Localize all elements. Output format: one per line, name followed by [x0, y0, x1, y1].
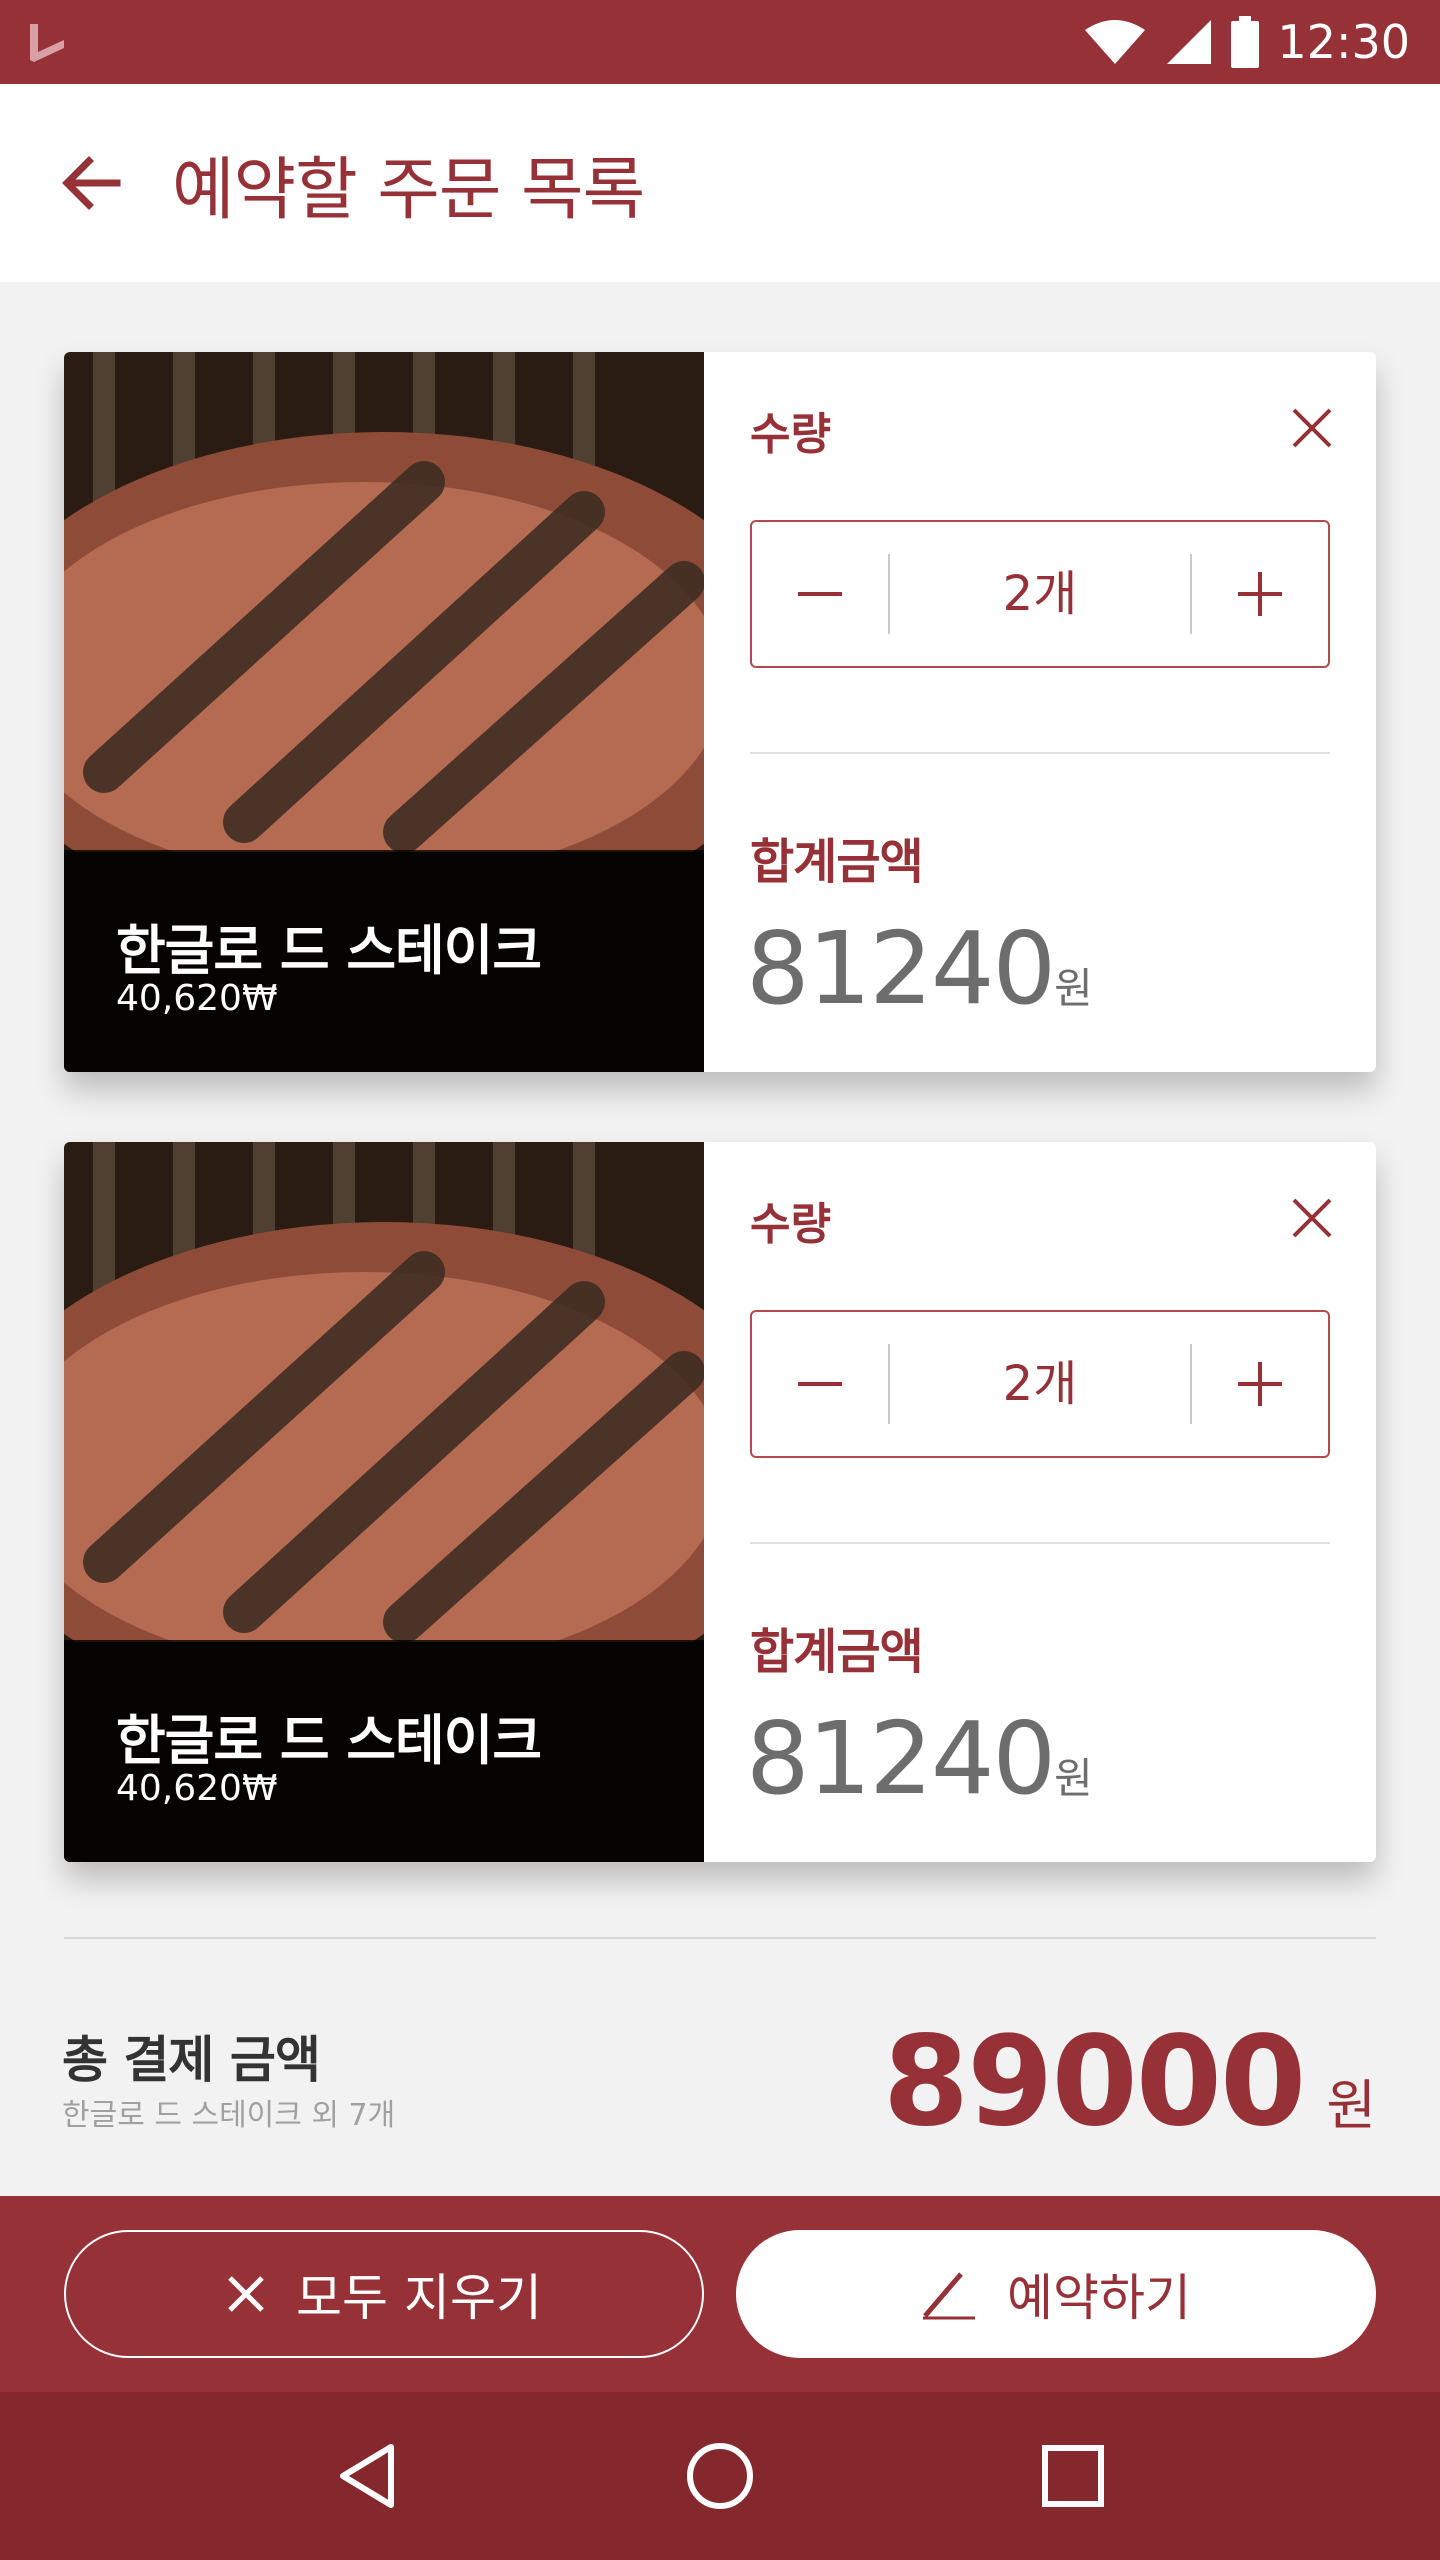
wifi-icon — [1085, 20, 1146, 64]
app-logo-icon — [30, 24, 64, 62]
clear-all-button[interactable]: 모두 지우기 — [64, 2230, 704, 2358]
plus-icon — [1238, 1362, 1282, 1406]
product-name: 한글로 드 스테이크 — [116, 919, 542, 982]
plus-icon — [1238, 572, 1282, 616]
product-caption: 한글로 드 스테이크 40,620₩ — [64, 850, 704, 1072]
nav-recents-button[interactable] — [1028, 2431, 1118, 2521]
subtotal-label: 합계금액 — [750, 1624, 924, 1680]
arrow-left-icon — [62, 156, 121, 210]
product-price: 40,620₩ — [116, 1768, 278, 1809]
quantity-label: 수량 — [750, 1199, 831, 1250]
quantity-label: 수량 — [750, 409, 831, 460]
total-value: 89000 — [882, 2010, 1306, 2154]
navigation-bar — [0, 2392, 1440, 2560]
product-name: 한글로 드 스테이크 — [116, 1709, 542, 1772]
status-bar: 12:30 — [0, 0, 1440, 84]
action-bar: 모두 지우기 예약하기 — [0, 2196, 1440, 2392]
subtotal-unit: 원 — [1054, 1754, 1093, 1803]
subtotal: 81240원 — [746, 910, 1093, 1027]
item-panel: 수량 2개 합계금액 81240원 — [704, 1142, 1376, 1862]
close-icon[interactable] — [1288, 404, 1336, 452]
circle-home-icon — [686, 2443, 753, 2509]
reserve-button[interactable]: 예약하기 — [736, 2230, 1376, 2358]
divider — [750, 1542, 1330, 1544]
subtotal-label: 합계금액 — [750, 834, 924, 890]
subtotal-unit: 원 — [1054, 964, 1093, 1013]
battery-icon — [1231, 16, 1260, 68]
total-amount: 89000 원 — [883, 2010, 1376, 2154]
subtotal-value: 81240 — [746, 910, 1056, 1027]
product-price: 40,620₩ — [116, 978, 278, 1019]
pencil-icon — [923, 2272, 975, 2320]
subtotal: 81240원 — [746, 1700, 1093, 1817]
quantity-stepper: 2개 — [750, 520, 1330, 668]
nav-home-button[interactable] — [675, 2431, 765, 2521]
divider — [750, 752, 1330, 754]
decrease-button[interactable] — [752, 554, 890, 634]
back-button[interactable] — [56, 148, 126, 218]
total-label: 총 결제 금액 — [62, 2031, 321, 2089]
triangle-back-icon — [339, 2444, 394, 2508]
product-image: 한글로 드 스테이크 40,620₩ — [64, 352, 704, 1072]
product-image: 한글로 드 스테이크 40,620₩ — [64, 1142, 704, 1862]
increase-button[interactable] — [1190, 1344, 1328, 1424]
subtotal-value: 81240 — [746, 1700, 1056, 1817]
quantity-stepper: 2개 — [750, 1310, 1330, 1458]
minus-icon — [798, 592, 842, 596]
minus-icon — [798, 1382, 842, 1386]
decrease-button[interactable] — [752, 1344, 890, 1424]
cart-item-card: 한글로 드 스테이크 40,620₩ 수량 2개 합계금액 81240원 — [64, 352, 1376, 1072]
total-unit: 원 — [1326, 2074, 1376, 2137]
item-panel: 수량 2개 합계금액 81240원 — [704, 352, 1376, 1072]
reserve-label: 예약하기 — [1007, 2269, 1191, 2327]
close-icon[interactable] — [1288, 1194, 1336, 1242]
clear-all-label: 모두 지우기 — [296, 2269, 542, 2327]
quantity-value: 2개 — [1002, 566, 1078, 622]
quantity-value: 2개 — [1002, 1356, 1078, 1412]
product-caption: 한글로 드 스테이크 40,620₩ — [64, 1640, 704, 1862]
summary-divider — [64, 1937, 1376, 1939]
app-bar: 예약할 주문 목록 — [0, 84, 1440, 282]
page-title: 예약할 주문 목록 — [172, 150, 645, 230]
cart-item-card: 한글로 드 스테이크 40,620₩ 수량 2개 합계금액 81240원 — [64, 1142, 1376, 1862]
payment-summary: 총 결제 금액 한글로 드 스테이크 외 7개 89000 원 — [0, 1940, 1440, 2196]
cellular-signal-icon — [1167, 20, 1212, 64]
square-recents-icon — [1042, 2445, 1105, 2507]
clock: 12:30 — [1277, 15, 1410, 69]
close-icon — [228, 2276, 264, 2312]
increase-button[interactable] — [1190, 554, 1328, 634]
nav-back-button[interactable] — [322, 2431, 412, 2521]
total-description: 한글로 드 스테이크 외 7개 — [62, 2098, 396, 2133]
